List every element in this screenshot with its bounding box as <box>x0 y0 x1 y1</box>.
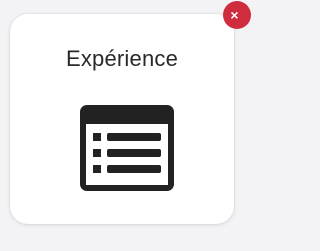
stage: Expérience × <box>0 0 251 251</box>
table-list-icon <box>80 105 174 191</box>
close-icon[interactable]: × <box>223 1 251 29</box>
section-card-experience[interactable]: Expérience <box>10 14 234 224</box>
card-title: Expérience <box>65 46 179 71</box>
